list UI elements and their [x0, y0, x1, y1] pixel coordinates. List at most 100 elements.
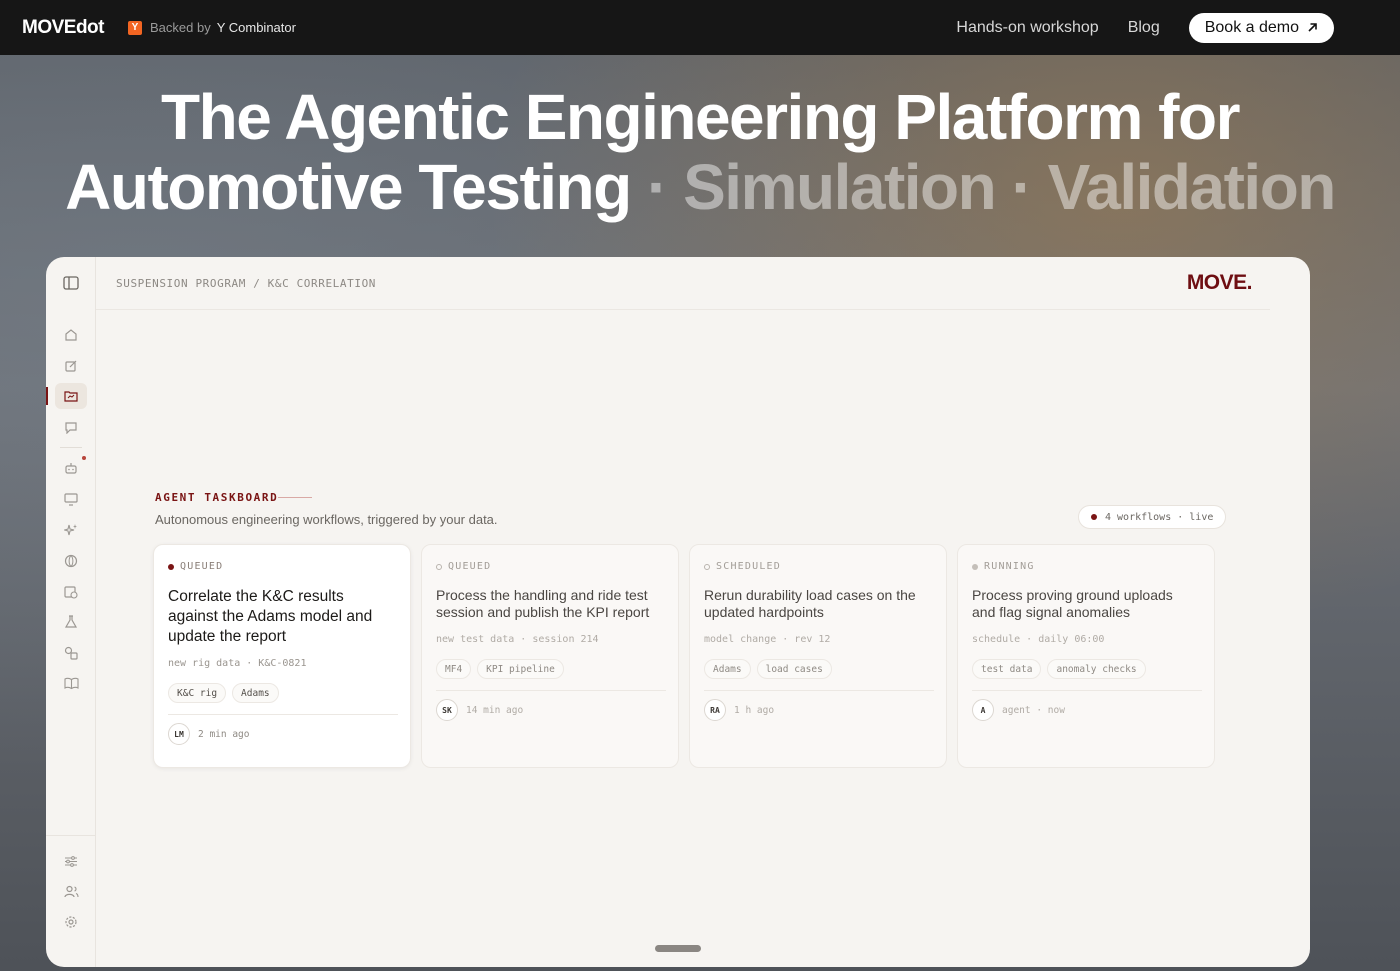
- calendar-clock-icon[interactable]: [62, 583, 80, 601]
- task-tag[interactable]: test data: [972, 659, 1042, 679]
- status-dot: [704, 563, 710, 570]
- task-tags: MF4 KPI pipeline: [436, 659, 564, 679]
- book-demo-label: Book a demo: [1204, 18, 1299, 36]
- task-footer: RA 1 h ago: [704, 699, 774, 721]
- task-tag[interactable]: Adams: [704, 659, 751, 679]
- hero-term-simulation: Simulation: [683, 151, 997, 223]
- hero-line-1: The Agentic Engineering Platform for: [161, 81, 1240, 153]
- sparkles-icon[interactable]: [62, 521, 80, 539]
- notification-dot: [82, 456, 86, 460]
- task-tag[interactable]: anomaly checks: [1047, 659, 1146, 679]
- task-status: QUEUED: [436, 561, 491, 572]
- backed-by-label: Backed by: [150, 20, 211, 35]
- chat-icon[interactable]: [62, 418, 80, 436]
- status-dot: [972, 563, 978, 570]
- globe-icon[interactable]: [62, 552, 80, 570]
- task-title: Correlate the K&C results against the Ad…: [168, 588, 373, 645]
- avatar[interactable]: SK: [436, 699, 458, 721]
- task-tag[interactable]: Adams: [232, 683, 279, 703]
- task-card[interactable]: RUNNING Process proving ground uploads a…: [957, 544, 1215, 768]
- gear-icon[interactable]: [62, 913, 80, 931]
- nav-link-workshop[interactable]: Hands-on workshop: [956, 19, 1098, 37]
- nav-link-blog[interactable]: Blog: [1128, 19, 1160, 37]
- folder-icon[interactable]: [62, 387, 80, 405]
- task-card[interactable]: SCHEDULED Rerun durability load cases on…: [689, 544, 947, 768]
- hero-separator: ·: [995, 151, 1048, 223]
- task-card[interactable]: QUEUED Process the handling and ride tes…: [421, 544, 679, 768]
- drag-handle[interactable]: [655, 945, 701, 952]
- status-dot: [168, 563, 174, 570]
- task-footer: LM 2 min ago: [168, 723, 249, 745]
- card-divider: [436, 690, 666, 691]
- card-divider: [168, 714, 398, 715]
- live-dot: [1091, 514, 1097, 520]
- shapes-icon[interactable]: [62, 644, 80, 662]
- task-tag[interactable]: K&C rig: [168, 683, 227, 703]
- edit-icon[interactable]: [62, 357, 80, 375]
- book-icon[interactable]: [62, 674, 80, 692]
- taskboard-title-rule: [278, 497, 312, 498]
- task-meta: new rig data · K&C-0821: [168, 658, 307, 669]
- task-time: 2 min ago: [198, 728, 250, 740]
- task-status: QUEUED: [168, 561, 223, 572]
- arrow-up-right-icon: [1308, 23, 1317, 32]
- breadcrumb[interactable]: SUSPENSION PROGRAM / K&C CORRELATION: [116, 277, 376, 290]
- taskboard-title: AGENT TASKBOARD: [155, 491, 279, 504]
- avatar[interactable]: A: [972, 699, 994, 721]
- task-meta: model change · rev 12: [704, 634, 831, 645]
- task-footer: SK 14 min ago: [436, 699, 523, 721]
- sliders-icon[interactable]: [62, 852, 80, 870]
- task-status: RUNNING: [972, 561, 1035, 572]
- move-logo: MOVE.: [1186, 271, 1253, 294]
- task-tags: test data anomaly checks: [972, 659, 1146, 679]
- task-status: SCHEDULED: [704, 561, 781, 572]
- sidebar-toggle-icon[interactable]: [62, 274, 80, 292]
- sidebar-rail: [46, 257, 96, 967]
- users-icon[interactable]: [62, 882, 80, 900]
- nav-links: Hands-on workshop Blog Book a demo: [956, 12, 1378, 43]
- task-time: agent · now: [1002, 704, 1065, 716]
- task-meta: schedule · daily 06:00: [972, 634, 1105, 645]
- task-footer: A agent · now: [972, 699, 1065, 721]
- app-preview-window: SUSPENSION PROGRAM / K&C CORRELATION MOV…: [46, 257, 1310, 967]
- sidebar-divider: [60, 447, 82, 448]
- task-tag[interactable]: KPI pipeline: [477, 659, 564, 679]
- flask-icon[interactable]: [62, 613, 80, 631]
- task-status-label: RUNNING: [984, 561, 1035, 572]
- monitor-icon[interactable]: [62, 490, 80, 508]
- task-tags: Adams load cases: [704, 659, 832, 679]
- avatar[interactable]: RA: [704, 699, 726, 721]
- avatar[interactable]: LM: [168, 723, 190, 745]
- yc-name: Y Combinator: [216, 20, 296, 35]
- task-tag[interactable]: MF4: [436, 659, 472, 679]
- task-time: 14 min ago: [466, 704, 524, 716]
- hero-line-2: Automotive Testing · Simulation · Valida…: [0, 152, 1400, 222]
- task-time: 1 h ago: [734, 704, 775, 716]
- card-divider: [972, 690, 1202, 691]
- header-divider: [96, 309, 1270, 310]
- task-title: Process the handling and ride test sessi…: [436, 587, 650, 620]
- yc-logo-icon: Y: [128, 20, 142, 35]
- hero-main-term: Automotive Testing: [65, 151, 632, 223]
- status-dot: [436, 563, 442, 570]
- workflows-live-badge[interactable]: 4 workflows · live: [1078, 505, 1227, 529]
- task-title: Process proving ground uploads and flag …: [972, 587, 1173, 620]
- hero-term-validation: Validation: [1047, 151, 1337, 223]
- task-card[interactable]: QUEUED Correlate the K&C results against…: [153, 544, 411, 768]
- task-tags: K&C rig Adams: [168, 683, 279, 703]
- home-icon[interactable]: [62, 326, 80, 344]
- taskboard-subtitle: Autonomous engineering workflows, trigge…: [155, 512, 498, 527]
- task-tag[interactable]: load cases: [756, 659, 832, 679]
- brand-logo[interactable]: MOVEdot: [22, 17, 105, 39]
- task-status-label: SCHEDULED: [716, 561, 781, 572]
- top-navbar: MOVEdot Y Backed by Y Combinator Hands-o…: [0, 0, 1400, 55]
- book-demo-button[interactable]: Book a demo: [1188, 12, 1334, 43]
- robot-icon[interactable]: [62, 459, 80, 477]
- workflows-live-label: 4 workflows · live: [1105, 511, 1214, 523]
- task-meta: new test data · session 214: [436, 634, 599, 645]
- sidebar-active-indicator: [46, 387, 48, 405]
- task-status-label: QUEUED: [448, 561, 492, 572]
- hero-separator: ·: [630, 151, 684, 223]
- sidebar-bottom-divider: [46, 835, 96, 836]
- task-status-label: QUEUED: [180, 561, 224, 572]
